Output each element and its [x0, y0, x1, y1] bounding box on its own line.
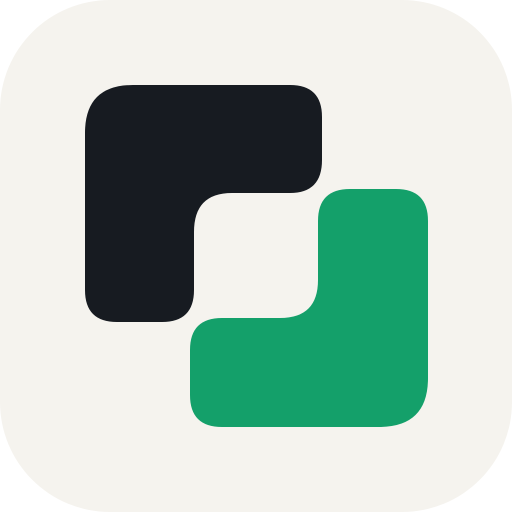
- app-logo-svg: [0, 0, 512, 512]
- app-icon: [0, 0, 512, 512]
- icon-background: [0, 0, 512, 512]
